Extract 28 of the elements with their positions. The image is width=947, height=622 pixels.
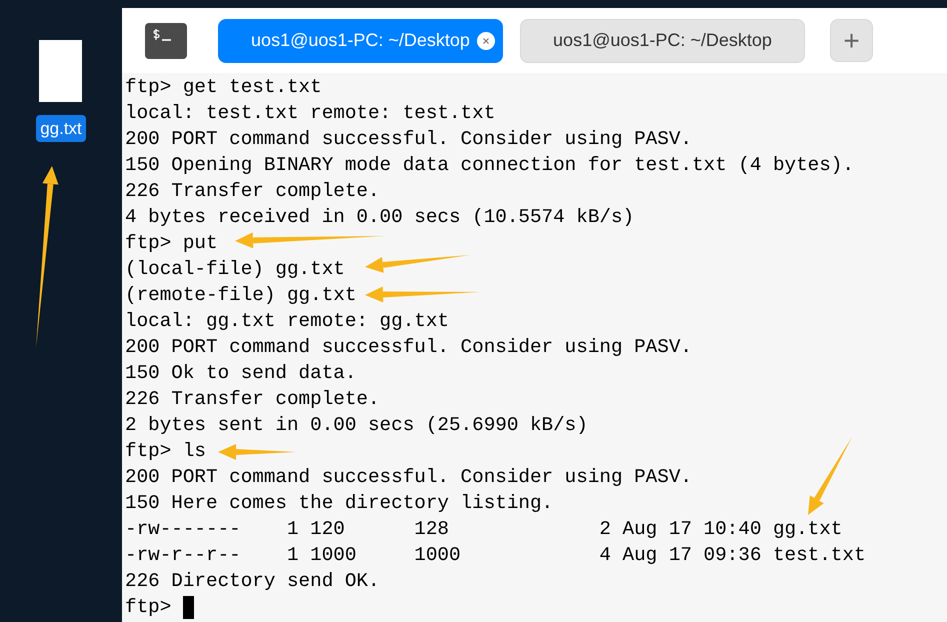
terminal-line: (local-file) gg.txt	[125, 258, 345, 280]
terminal-line: ftp> ls	[125, 440, 206, 462]
new-tab-button[interactable]: +	[830, 19, 873, 62]
terminal-line: 200 PORT command successful. Consider using PASV.	[125, 336, 692, 358]
close-icon[interactable]	[477, 32, 495, 50]
terminal-line: 150 Here comes the directory listing.	[125, 492, 554, 514]
terminal-line: local: gg.txt remote: gg.txt	[125, 310, 449, 332]
terminal-line: 200 PORT command successful. Consider using PASV.	[125, 128, 692, 150]
terminal-line: 226 Transfer complete.	[125, 180, 380, 202]
terminal-line: ftp> put	[125, 232, 218, 254]
terminal-line: 150 Opening BINARY mode data connection for test.txt (4 bytes).	[125, 154, 854, 176]
terminal-line: 200 PORT command successful. Consider using PASV.	[125, 466, 692, 488]
terminal-line: -rw------- 1 120 128 2 Aug 17 10:40 gg.txt	[125, 518, 842, 540]
terminal-line: local: test.txt remote: test.txt	[125, 102, 496, 124]
terminal-line: (remote-file) gg.txt	[125, 284, 356, 306]
terminal-line: -rw-r--r-- 1 1000 1000 4 Aug 17 09:36 test.txt	[125, 544, 866, 566]
terminal-line: 226 Directory send OK.	[125, 570, 380, 592]
terminal-tab[interactable]: uos1@uos1-PC: ~/Desktop	[218, 18, 503, 62]
terminal-line: ftp> get test.txt	[125, 76, 322, 98]
terminal-line: 226 Transfer complete.	[125, 388, 380, 410]
terminal-line: ftp>	[125, 595, 172, 620]
terminal-line: 2 bytes sent in 0.00 secs (25.6990 kB/s)	[125, 414, 588, 436]
terminal-line: 4 bytes received in 0.00 secs (10.5574 kB/s)	[125, 206, 634, 228]
terminal-icon	[145, 22, 187, 58]
terminal-line: 150 Ok to send data.	[125, 362, 356, 384]
file-label[interactable]: gg.txt	[36, 115, 86, 142]
terminal-tab[interactable]: uos1@uos1-PC: ~/Desktop	[520, 18, 805, 62]
cursor-icon	[183, 596, 194, 618]
